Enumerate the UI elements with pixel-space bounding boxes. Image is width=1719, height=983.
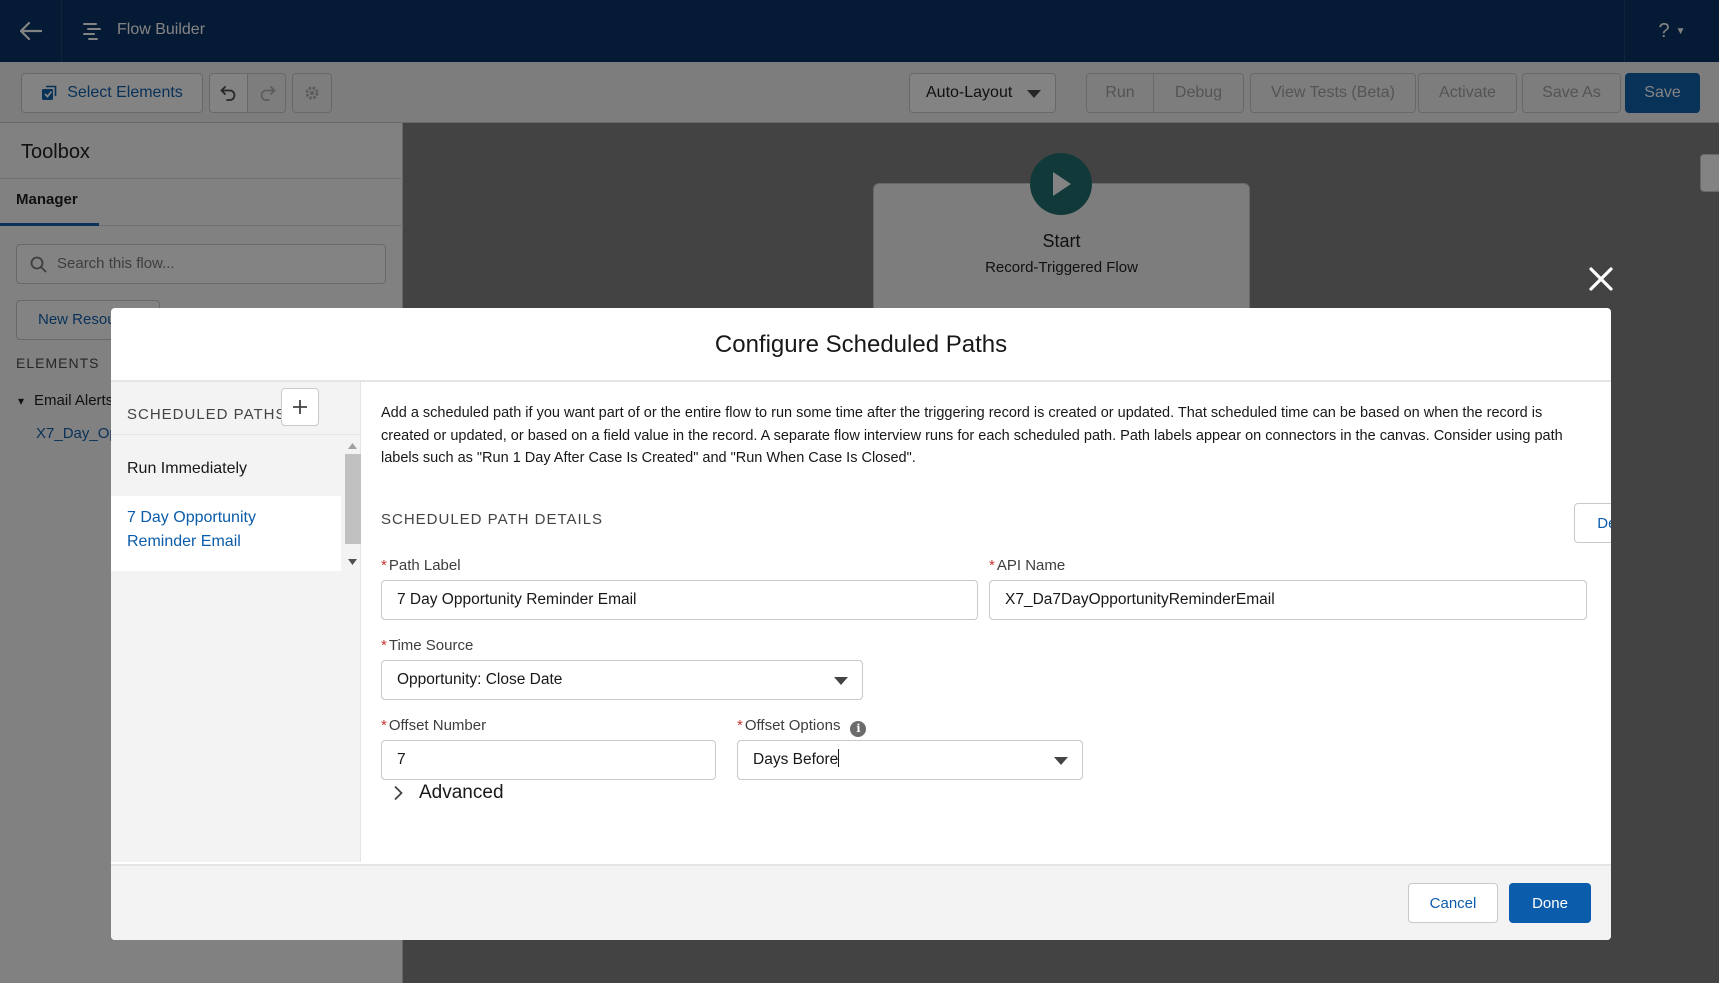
time-source-select[interactable]: Opportunity: Close Date bbox=[381, 660, 863, 700]
required-marker: * bbox=[737, 717, 743, 734]
scroll-down-icon bbox=[348, 559, 357, 565]
sidebar-scrollbar[interactable] bbox=[342, 439, 361, 569]
path-label-text: Path Label bbox=[388, 557, 461, 574]
text-cursor bbox=[838, 749, 840, 767]
chevron-down-icon bbox=[1054, 757, 1068, 765]
time-source-value: Opportunity: Close Date bbox=[397, 671, 563, 688]
time-source-label: * Time Source bbox=[381, 637, 473, 654]
required-marker: * bbox=[381, 717, 387, 734]
api-name-label: * API Name bbox=[989, 557, 1065, 574]
api-name-input[interactable]: X7_Da7DayOpportunityReminderEmail bbox=[989, 580, 1587, 620]
advanced-label: Advanced bbox=[419, 782, 504, 803]
required-marker: * bbox=[989, 557, 995, 574]
section-title: SCHEDULED PATH DETAILS bbox=[381, 511, 604, 528]
info-icon[interactable]: i bbox=[850, 721, 867, 737]
scroll-up-icon bbox=[348, 443, 357, 449]
api-name-text: API Name bbox=[996, 557, 1066, 574]
plus-icon bbox=[293, 400, 307, 414]
chevron-down-icon bbox=[834, 677, 848, 685]
offset-options-label: * Offset Options i bbox=[737, 717, 867, 737]
add-path-button[interactable] bbox=[281, 388, 319, 426]
path-item-7-day-reminder[interactable]: 7 Day Opportunity Reminder Email bbox=[127, 506, 327, 554]
offset-number-input[interactable]: 7 bbox=[381, 740, 716, 780]
offset-options-select[interactable]: Days Before bbox=[737, 740, 1083, 780]
done-button[interactable]: Done bbox=[1509, 883, 1591, 923]
modal-title: Configure Scheduled Paths bbox=[111, 308, 1611, 382]
scheduled-paths-sidebar: SCHEDULED PATHS Run Immediately 7 Day Op… bbox=[111, 382, 361, 862]
modal-footer: Cancel Done bbox=[111, 864, 1611, 940]
scheduled-paths-header: SCHEDULED PATHS bbox=[127, 406, 287, 423]
sidebar-divider bbox=[111, 434, 361, 435]
configure-scheduled-paths-modal: Configure Scheduled Paths SCHEDULED PATH… bbox=[111, 308, 1611, 940]
scrollbar-thumb[interactable] bbox=[345, 454, 361, 544]
required-marker: * bbox=[381, 637, 387, 654]
offset-number-text: Offset Number bbox=[388, 717, 487, 734]
chevron-right-icon bbox=[394, 785, 403, 801]
path-details-panel: Add a scheduled path if you want part of… bbox=[361, 382, 1611, 862]
path-item-run-immediately[interactable]: Run Immediately bbox=[127, 460, 247, 478]
close-icon[interactable] bbox=[1586, 264, 1616, 294]
offset-options-text: Offset Options bbox=[744, 717, 841, 734]
description-text: Add a scheduled path if you want part of… bbox=[381, 405, 1563, 466]
path-label-label: * Path Label bbox=[381, 557, 461, 574]
offset-options-value: Days Before bbox=[753, 751, 839, 768]
required-marker: * bbox=[381, 557, 387, 574]
path-label-input[interactable]: 7 Day Opportunity Reminder Email bbox=[381, 580, 978, 620]
offset-number-label: * Offset Number bbox=[381, 717, 486, 734]
cancel-button[interactable]: Cancel bbox=[1408, 883, 1498, 923]
delete-path-button[interactable]: Delete Path bbox=[1574, 503, 1611, 543]
time-source-text: Time Source bbox=[388, 637, 474, 654]
advanced-toggle[interactable]: Advanced bbox=[393, 782, 504, 804]
